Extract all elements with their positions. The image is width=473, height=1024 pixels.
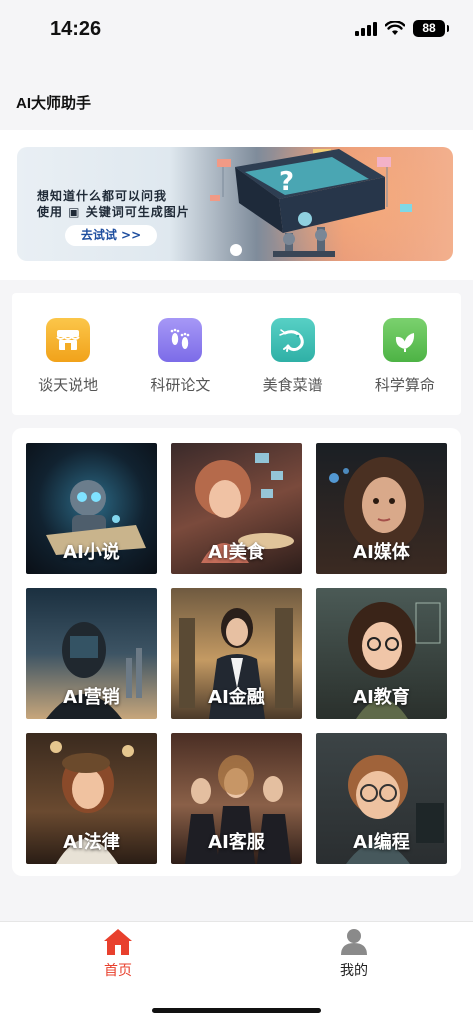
tile-label: AI法律 (63, 832, 120, 853)
user-icon (341, 929, 367, 955)
tile-ai-finance[interactable]: AI金融 (171, 588, 302, 719)
category-research[interactable]: 科研论文 (130, 318, 230, 395)
tile-label: AI媒体 (353, 542, 410, 563)
category-label: 科研论文 (150, 376, 211, 394)
home-indicator (152, 1008, 321, 1013)
signal-icon (355, 21, 377, 36)
tile-ai-service[interactable]: AI客服 (171, 733, 302, 864)
shrimp-icon (270, 318, 315, 362)
wifi-icon (385, 21, 405, 35)
status-bar: 14:26 88 (0, 0, 473, 62)
tile-label: AI编程 (353, 832, 410, 853)
tab-mine-label: 我的 (340, 963, 368, 979)
footprints-icon (158, 318, 203, 362)
category-recipes[interactable]: 美食菜谱 (243, 318, 343, 395)
tab-mine[interactable]: 我的 (314, 928, 394, 980)
tile-ai-media[interactable]: AI媒体 (316, 443, 447, 574)
category-fortune[interactable]: 科学算命 (355, 318, 455, 395)
try-it-button[interactable]: 去试试 >> (65, 225, 157, 246)
nav-header: AI大师助手 (0, 62, 473, 130)
tile-label: AI教育 (353, 687, 410, 708)
tile-ai-food[interactable]: AI美食 (171, 443, 302, 574)
promo-banner[interactable]: ? 想知道什么都可以问我 使用 ▣ 关键词可生成图片 去试试 >> (17, 147, 453, 261)
tile-ai-marketing[interactable]: AI营销 (26, 588, 157, 719)
category-chat[interactable]: 谈天说地 (18, 318, 118, 395)
battery-icon: 88 (413, 20, 449, 37)
carousel-indicator[interactable] (230, 244, 242, 256)
tile-label: AI美食 (208, 542, 265, 563)
tile-label: AI营销 (63, 687, 120, 708)
category-label: 美食菜谱 (262, 376, 323, 394)
page-title: AI大师助手 (16, 95, 92, 112)
tile-label: AI客服 (208, 832, 265, 853)
banner-subline: 使用 ▣ 关键词可生成图片 (37, 205, 190, 219)
home-icon (104, 929, 132, 955)
category-row: 谈天说地 科研论文 美食菜谱 科学算命 (12, 293, 461, 415)
storefront-icon (46, 318, 91, 362)
tab-home[interactable]: 首页 (78, 928, 158, 980)
status-time: 14:26 (50, 18, 102, 40)
banner-headline: 想知道什么都可以问我 (37, 189, 168, 203)
banner-section: ? 想知道什么都可以问我 使用 ▣ 关键词可生成图片 去试试 >> (0, 130, 473, 280)
leaf-icon (382, 318, 427, 362)
tile-ai-novel[interactable]: AI小说 (26, 443, 157, 574)
feature-grid: AI小说 AI美食 AI媒体 AI营销 AI金融 AI教育 AI法律 AI客服 … (12, 428, 461, 876)
svg-text:?: ? (279, 167, 294, 197)
category-label: 科学算命 (374, 376, 435, 394)
tile-ai-coding[interactable]: AI编程 (316, 733, 447, 864)
tile-ai-education[interactable]: AI教育 (316, 588, 447, 719)
tile-ai-law[interactable]: AI法律 (26, 733, 157, 864)
status-icons: 88 (355, 20, 449, 37)
tab-home-label: 首页 (104, 963, 132, 979)
tile-label: AI金融 (208, 687, 265, 708)
category-label: 谈天说地 (38, 376, 99, 394)
tile-label: AI小说 (63, 542, 120, 563)
